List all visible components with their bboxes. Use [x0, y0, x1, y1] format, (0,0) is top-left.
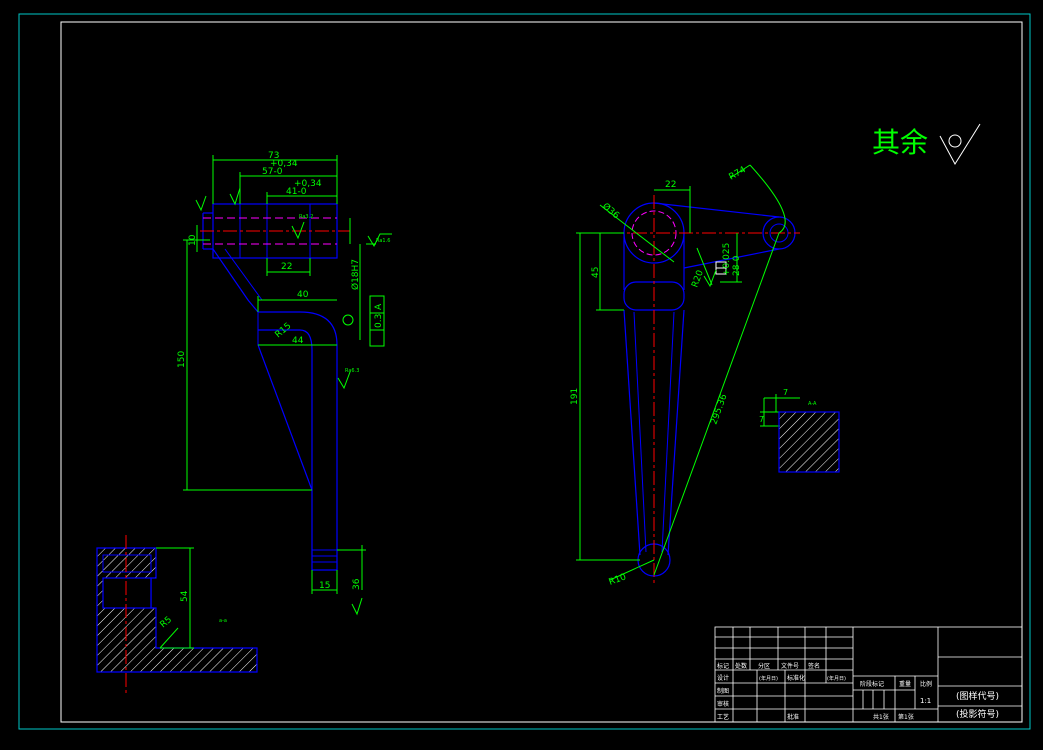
- dim-18h7: Ø18H7: [350, 259, 361, 290]
- dim-44: 44: [292, 336, 304, 346]
- tb-std-date: (年月日): [827, 675, 846, 682]
- datum-label: A: [374, 303, 384, 310]
- dim-r74: R74: [728, 165, 749, 183]
- tb-design-date: (年月日): [759, 675, 778, 682]
- tb-sign: 签名: [808, 662, 820, 670]
- roughness-label-2: Ra3.2: [299, 214, 313, 220]
- dim-36: 36: [352, 578, 362, 590]
- dim-r10: R10: [608, 572, 628, 588]
- tb-file: 文件号: [781, 662, 799, 670]
- dim-41: 41-0: [286, 187, 307, 197]
- tb-scale: 1:1: [920, 697, 931, 705]
- tb-process: 工艺: [717, 713, 729, 721]
- tb-check: 审核: [717, 700, 729, 708]
- remainder-label: 其余: [872, 126, 928, 159]
- roughness-label-3: Ra6.3: [345, 368, 359, 374]
- dim-10: 10: [188, 234, 198, 246]
- section-mark: a-a: [219, 618, 227, 624]
- dim-29536: 295.36: [709, 393, 729, 426]
- section-dim-7b: 7: [759, 415, 764, 424]
- section-label: A-A: [808, 401, 817, 407]
- title-block-text: 标记 处数 分区 文件号 签名 设计 (年月日) 标准化 (年月日) 制图 审核…: [717, 662, 999, 721]
- tb-zone: 分区: [758, 662, 770, 670]
- dim-36-right: Ø36: [600, 201, 621, 222]
- roughness-label-1: Ra1.6: [376, 238, 390, 244]
- section-aa: [778, 411, 840, 473]
- dim-r15: R15: [274, 321, 294, 340]
- dim-22-right: 22: [665, 180, 676, 190]
- dim-r5: R5: [159, 615, 175, 630]
- tb-design: 设计: [717, 674, 729, 682]
- tb-projection: (投影符号): [956, 708, 999, 720]
- tolerance-value: 0.3: [374, 314, 384, 328]
- dim-45: 45: [591, 267, 601, 278]
- tb-mark: 标记: [717, 662, 729, 670]
- dim-191: 191: [570, 388, 580, 405]
- tb-sheets: 共1张: [873, 713, 889, 721]
- dim-0025: +0.025: [722, 243, 732, 276]
- tb-scale-label: 比例: [920, 680, 932, 688]
- dim-22: 22: [281, 262, 292, 272]
- tb-weight: 重量: [899, 680, 911, 688]
- tb-approve: 批准: [787, 713, 799, 721]
- tb-std: 标准化: [787, 674, 805, 682]
- right-view: 22 Ø36 R74 45 191 R20 +0.025 28-0 295.36…: [570, 164, 840, 588]
- tb-draw: 制图: [717, 687, 729, 695]
- dim-40: 40: [297, 290, 309, 300]
- left-view: 73 +0,34 57-0 +0,34 41-0 22 40 R15 44 15…: [177, 151, 392, 616]
- section-dim-7a: 7: [783, 388, 788, 397]
- tb-count: 处数: [735, 662, 747, 670]
- dim-15: 15: [319, 581, 330, 591]
- title-block: [714, 626, 1023, 723]
- tb-sheet: 第1张: [898, 713, 914, 721]
- tb-stage: 阶段标记: [860, 680, 884, 688]
- dim-57: 57-0: [262, 167, 283, 177]
- surface-roughness-note: 其余: [872, 123, 981, 165]
- dim-28: 28-0: [732, 255, 742, 276]
- dim-150: 150: [177, 351, 187, 368]
- tb-drawing-code: (图样代号): [956, 690, 999, 702]
- cad-drawing: 其余 73 +0,34 57-0 +0,34 41-0 22 40 R15 44…: [18, 13, 1031, 730]
- dim-r20: R20: [690, 269, 706, 289]
- section-view: 54 R5 a-a: [96, 535, 258, 695]
- dim-54: 54: [180, 590, 190, 602]
